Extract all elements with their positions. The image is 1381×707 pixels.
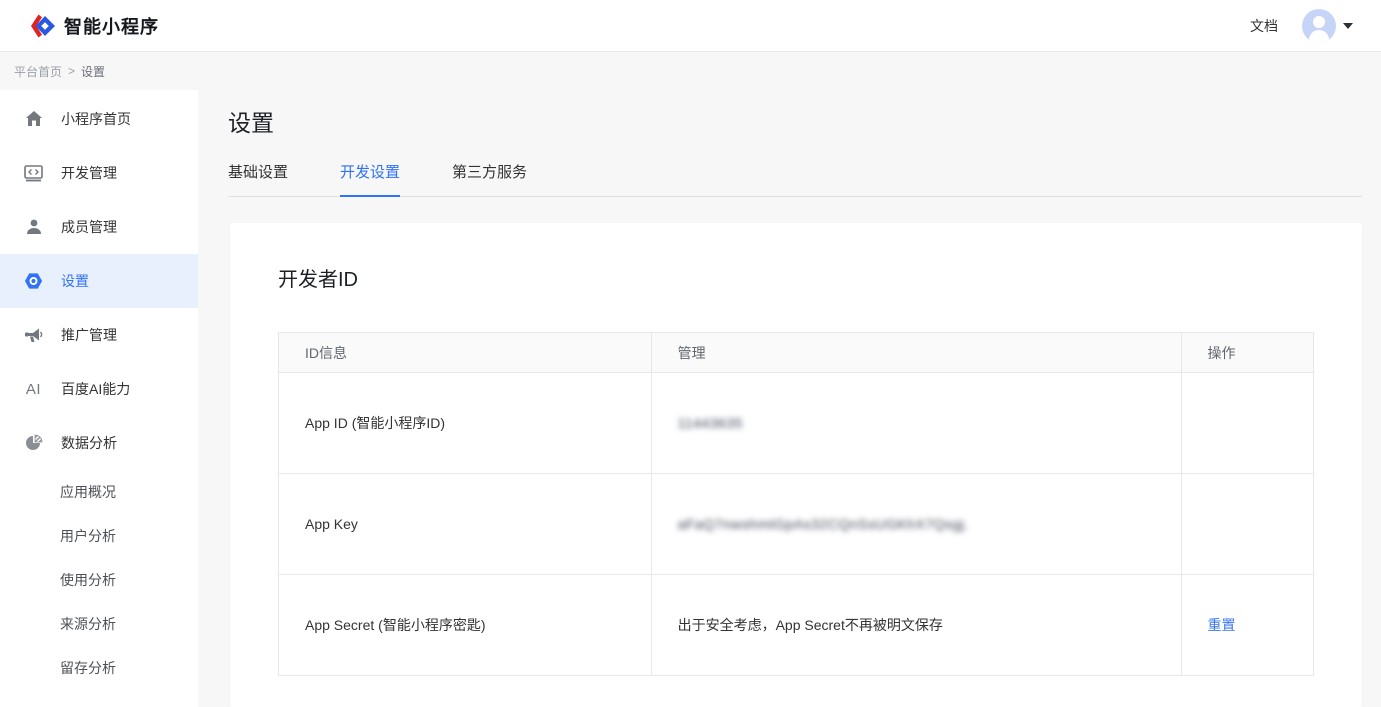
- top-header: 智能小程序 文档: [0, 0, 1381, 52]
- main-content: 设置 基础设置 开发设置 第三方服务 开发者ID ID信息 管理 操作: [198, 90, 1381, 707]
- sidebar-item-label: 成员管理: [61, 217, 117, 237]
- ai-icon: AI: [24, 380, 43, 399]
- sidebar: 小程序首页 开发管理 成员管理 设置: [0, 90, 198, 707]
- avatar[interactable]: [1302, 9, 1336, 43]
- sidebar-item-label: 开发管理: [61, 163, 117, 183]
- sidebar-item-label: 推广管理: [61, 325, 117, 345]
- settings-icon: [24, 272, 43, 291]
- breadcrumb-separator: >: [68, 64, 75, 78]
- app-id-value-redacted: 11443635: [678, 415, 743, 431]
- breadcrumb-current: 设置: [81, 63, 105, 80]
- app-key-label: App Key: [279, 474, 652, 575]
- sidebar-subitem-app-overview[interactable]: 应用概况: [0, 470, 198, 514]
- developer-id-card: 开发者ID ID信息 管理 操作 App ID (智能小程序ID) 114436…: [230, 223, 1362, 707]
- column-header-id-info: ID信息: [279, 333, 652, 373]
- table-header-row: ID信息 管理 操作: [279, 333, 1314, 373]
- table-row-app-secret: App Secret (智能小程序密匙) 出于安全考虑，App Secret不再…: [279, 575, 1314, 676]
- table-row-app-key: App Key aFaQ7nwshmtGpAs32CQnSsUGKhX7Qsgj…: [279, 474, 1314, 575]
- page-title: 设置: [228, 104, 1381, 138]
- reset-app-secret-link[interactable]: 重置: [1208, 617, 1236, 633]
- column-header-action: 操作: [1181, 333, 1313, 373]
- table-row-app-id: App ID (智能小程序ID) 11443635: [279, 373, 1314, 474]
- code-icon: [24, 164, 43, 183]
- settings-tabs: 基础设置 开发设置 第三方服务: [228, 161, 1362, 197]
- sidebar-subitem-user-analysis[interactable]: 用户分析: [0, 514, 198, 558]
- app-key-value-redacted: aFaQ7nwshmtGpAs32CQnSsUGKhX7Qsgj.: [678, 516, 969, 532]
- member-icon: [24, 218, 43, 237]
- app-secret-note: 出于安全考虑，App Secret不再被明文保存: [651, 575, 1181, 676]
- column-header-management: 管理: [651, 333, 1181, 373]
- sidebar-item-home[interactable]: 小程序首页: [0, 92, 198, 146]
- sidebar-item-data-analysis[interactable]: 数据分析: [0, 416, 198, 470]
- sidebar-item-promotion[interactable]: 推广管理: [0, 308, 198, 362]
- breadcrumb-home[interactable]: 平台首页: [14, 63, 62, 80]
- card-heading: 开发者ID: [278, 263, 1314, 292]
- sidebar-item-label: 小程序首页: [61, 109, 131, 129]
- sidebar-subitem-usage-analysis[interactable]: 使用分析: [0, 558, 198, 602]
- account-menu[interactable]: [1302, 9, 1353, 43]
- sidebar-item-dev-management[interactable]: 开发管理: [0, 146, 198, 200]
- app-secret-label: App Secret (智能小程序密匙): [279, 575, 652, 676]
- sidebar-subitem-source-analysis[interactable]: 来源分析: [0, 602, 198, 646]
- sidebar-item-label: 百度AI能力: [61, 379, 130, 399]
- sidebar-item-label: 设置: [61, 271, 89, 291]
- breadcrumb: 平台首页 > 设置: [0, 52, 1381, 90]
- sidebar-item-members[interactable]: 成员管理: [0, 200, 198, 254]
- pie-chart-icon: [24, 434, 43, 453]
- app-logo-icon: [29, 13, 55, 39]
- app-id-label: App ID (智能小程序ID): [279, 373, 652, 474]
- app-id-action-cell: [1181, 373, 1313, 474]
- docs-link[interactable]: 文档: [1250, 16, 1278, 36]
- app-key-action-cell: [1181, 474, 1313, 575]
- brand-title: 智能小程序: [64, 13, 159, 39]
- sidebar-item-settings[interactable]: 设置: [0, 254, 198, 308]
- sidebar-item-baidu-ai[interactable]: AI 百度AI能力: [0, 362, 198, 416]
- megaphone-icon: [24, 326, 43, 345]
- chevron-down-icon[interactable]: [1343, 23, 1353, 29]
- tab-dev-settings[interactable]: 开发设置: [340, 161, 400, 197]
- sidebar-subitem-retention-analysis[interactable]: 留存分析: [0, 646, 198, 690]
- tab-basic-settings[interactable]: 基础设置: [228, 161, 288, 197]
- sidebar-item-label: 数据分析: [61, 433, 117, 453]
- tab-third-party[interactable]: 第三方服务: [452, 161, 527, 197]
- developer-id-table: ID信息 管理 操作 App ID (智能小程序ID) 11443635 App…: [278, 332, 1314, 676]
- brand: 智能小程序: [29, 13, 159, 39]
- home-icon: [24, 110, 43, 129]
